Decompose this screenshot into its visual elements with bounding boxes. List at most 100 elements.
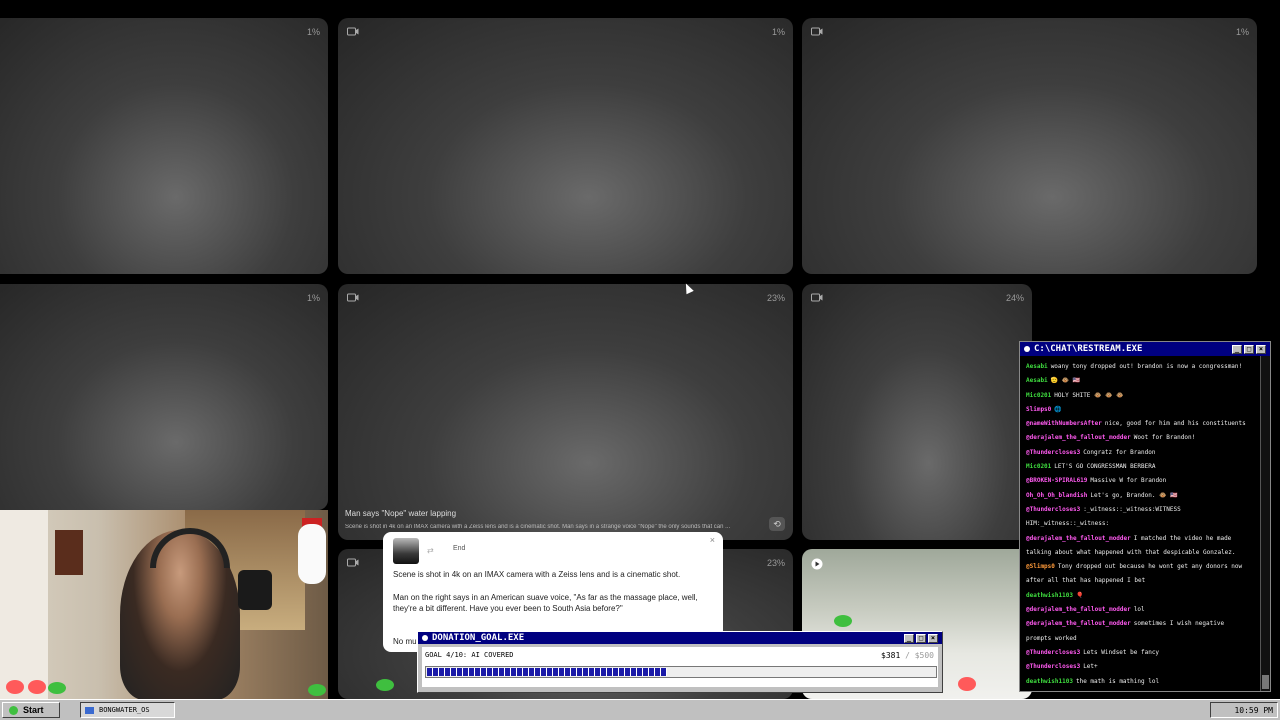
chat-text: Tony dropped out because he wont get any… xyxy=(1057,563,1243,571)
chat-text: HIM:_witness::_witness: xyxy=(1026,520,1110,528)
chat-text: 🫡 🐵 🇺🇸 xyxy=(1050,377,1081,385)
end-button[interactable]: End xyxy=(453,545,465,552)
video-camera-icon xyxy=(347,558,359,567)
chat-username[interactable]: Aesabi xyxy=(1026,377,1048,384)
chat-message: @Slimps0 Tony dropped out because he wont… xyxy=(1026,560,1254,574)
video-camera-icon xyxy=(347,293,359,302)
chat-username[interactable]: @BROKEN-SPIRAL619 xyxy=(1026,477,1087,484)
chat-message: @nameWithNumbersAfter nice, good for him … xyxy=(1026,417,1254,431)
chat-username[interactable]: @derajalem_the_fallout_modder xyxy=(1026,434,1131,441)
close-icon[interactable]: × xyxy=(710,535,715,545)
webcam-feed xyxy=(0,510,328,700)
video-tile-6[interactable]: 24% xyxy=(802,284,1032,540)
chat-message: after all that has happened I bet xyxy=(1026,574,1254,588)
video-camera-icon xyxy=(347,27,359,36)
chat-message: talking about what happened with that de… xyxy=(1026,546,1254,560)
chat-text: woany tony dropped out! brandon is now a… xyxy=(1050,363,1243,370)
chat-text: I matched the video he made xyxy=(1133,534,1232,542)
webcam-poster xyxy=(55,530,83,575)
close-button[interactable]: × xyxy=(1256,344,1266,354)
chat-message: @derajalem_the_fallout_modder sometimes I… xyxy=(1026,617,1254,631)
video-tile-1[interactable]: 1% xyxy=(0,18,328,274)
chat-text: sometimes I wish negative xyxy=(1133,620,1225,628)
chat-text: Congratz for Brandon xyxy=(1083,448,1156,456)
chat-message: @Thundercloses3 Congratz for Brandon xyxy=(1026,446,1254,460)
close-button[interactable]: × xyxy=(928,633,938,643)
video-tile-2[interactable]: 1% xyxy=(338,18,793,274)
snowman-figure xyxy=(298,524,326,584)
chat-text: Let's go, Brandon. 🐵 🇺🇸 xyxy=(1090,491,1178,499)
chat-username[interactable]: @nameWithNumbersAfter xyxy=(1026,420,1102,427)
chat-username[interactable]: Mic0201 xyxy=(1026,463,1051,470)
tile-caption-prompt: Scene is shot in 4k on an IMAX camera wi… xyxy=(345,524,731,530)
video-tile-3[interactable]: 1% xyxy=(802,18,1257,274)
chat-message: @Thundercloses3 Lets Windset be fancy xyxy=(1026,646,1254,660)
maximize-button[interactable]: □ xyxy=(1244,344,1254,354)
prompt-extra-text: No mu xyxy=(393,637,417,646)
chat-message: @Thundercloses3:_witness::_witness:WITNE… xyxy=(1026,503,1254,517)
chat-username[interactable]: @Slimps0 xyxy=(1026,563,1055,570)
video-tile-4[interactable]: 1% xyxy=(0,284,328,510)
chat-text: the math is mathing lol xyxy=(1075,677,1160,685)
play-icon[interactable] xyxy=(811,558,823,570)
goal-current: $381 xyxy=(881,651,901,660)
retry-button[interactable]: ⟲ xyxy=(769,517,785,531)
taskbar-item-bongwater[interactable]: BONGWATER_OS xyxy=(80,702,175,718)
tile-progress: 1% xyxy=(1235,27,1249,37)
chat-username[interactable]: @Thundercloses3 xyxy=(1026,449,1080,456)
chat-message: prompts worked xyxy=(1026,632,1254,646)
window-icon xyxy=(85,706,94,714)
microphone xyxy=(238,570,272,610)
chat-username[interactable]: Aesabi xyxy=(1026,363,1048,370)
chat-text: Woot for Brandon! xyxy=(1133,434,1196,442)
tile-progress: 23% xyxy=(766,558,785,568)
goal-progress-bar xyxy=(425,666,937,678)
chat-username[interactable]: @Thundercloses3 xyxy=(1026,663,1080,670)
minimize-button[interactable]: _ xyxy=(1232,344,1242,354)
chat-message: Mic0201 HOLY SHITE 🐵 🐵 🐵 xyxy=(1026,389,1254,403)
chat-window-title: C:\CHAT\RESTREAM.EXE xyxy=(1034,344,1143,354)
chat-username[interactable]: deathwish1103 xyxy=(1026,592,1073,599)
chat-text: nice, good for him and his constituents xyxy=(1104,420,1246,428)
tile-progress: 1% xyxy=(306,293,320,303)
window-icon xyxy=(422,635,428,641)
chat-message: @derajalem_the_fallout_modder I matched t… xyxy=(1026,532,1254,546)
start-button[interactable]: Start xyxy=(2,702,60,718)
maximize-button[interactable]: □ xyxy=(916,633,926,643)
start-logo-icon xyxy=(9,705,18,715)
chat-username[interactable]: Slimps0 xyxy=(1026,406,1051,413)
chat-title-bar[interactable]: C:\CHAT\RESTREAM.EXE _ □ × xyxy=(1020,342,1270,356)
chat-username[interactable]: deathwish1103 xyxy=(1026,678,1073,685)
chat-username[interactable]: Mic0201 xyxy=(1026,392,1051,399)
chat-username[interactable]: Oh_Oh_Oh_blandish xyxy=(1026,492,1087,499)
swap-icon[interactable]: ⇄ xyxy=(427,546,434,555)
chat-scrollbar[interactable] xyxy=(1260,356,1270,691)
donation-title-bar[interactable]: DONATION_GOAL.EXE _ □ × xyxy=(418,632,942,644)
tile-progress: 24% xyxy=(1005,293,1024,303)
video-tile-5[interactable]: 23% Man says "Nope" water lapping Scene … xyxy=(338,284,793,540)
chat-text: after all that has happened I bet xyxy=(1026,577,1146,585)
chat-message: Aesabi 🫡 🐵 🇺🇸 xyxy=(1026,374,1254,388)
goal-progress-fill xyxy=(427,668,667,676)
donation-goal-window[interactable]: DONATION_GOAL.EXE _ □ × GOAL 4/10: AI CO… xyxy=(417,631,943,693)
chat-text: :_witness::_witness:WITNESS xyxy=(1083,505,1181,513)
chat-username[interactable]: @derajalem_the_fallout_modder xyxy=(1026,606,1131,613)
avatar xyxy=(393,538,419,564)
chat-window[interactable]: C:\CHAT\RESTREAM.EXE _ □ × Aesabi woany t… xyxy=(1019,341,1271,692)
video-camera-icon xyxy=(811,27,823,36)
chat-message: Oh_Oh_Oh_blandish Let's go, Brandon. 🐵 🇺🇸 xyxy=(1026,489,1254,503)
chat-username[interactable]: @Thundercloses3 xyxy=(1026,649,1080,656)
minimize-button[interactable]: _ xyxy=(904,633,914,643)
taskbar: Start BONGWATER_OS 10:59 PM xyxy=(0,699,1280,720)
chat-message: deathwish1103 the math is mathing lol xyxy=(1026,675,1254,689)
video-camera-icon xyxy=(811,293,823,302)
start-label: Start xyxy=(23,705,44,715)
chat-text: 🌐 xyxy=(1054,405,1062,413)
chat-message: @derajalem_the_fallout_modder Woot for Br… xyxy=(1026,431,1254,445)
chat-username[interactable]: @Thundercloses3 xyxy=(1026,506,1080,513)
scrollbar-thumb[interactable] xyxy=(1262,675,1269,689)
chat-text: prompts worked xyxy=(1026,634,1077,642)
frog-sprite xyxy=(48,682,66,694)
chat-username[interactable]: @derajalem_the_fallout_modder xyxy=(1026,620,1131,627)
chat-username[interactable]: @derajalem_the_fallout_modder xyxy=(1026,535,1131,542)
